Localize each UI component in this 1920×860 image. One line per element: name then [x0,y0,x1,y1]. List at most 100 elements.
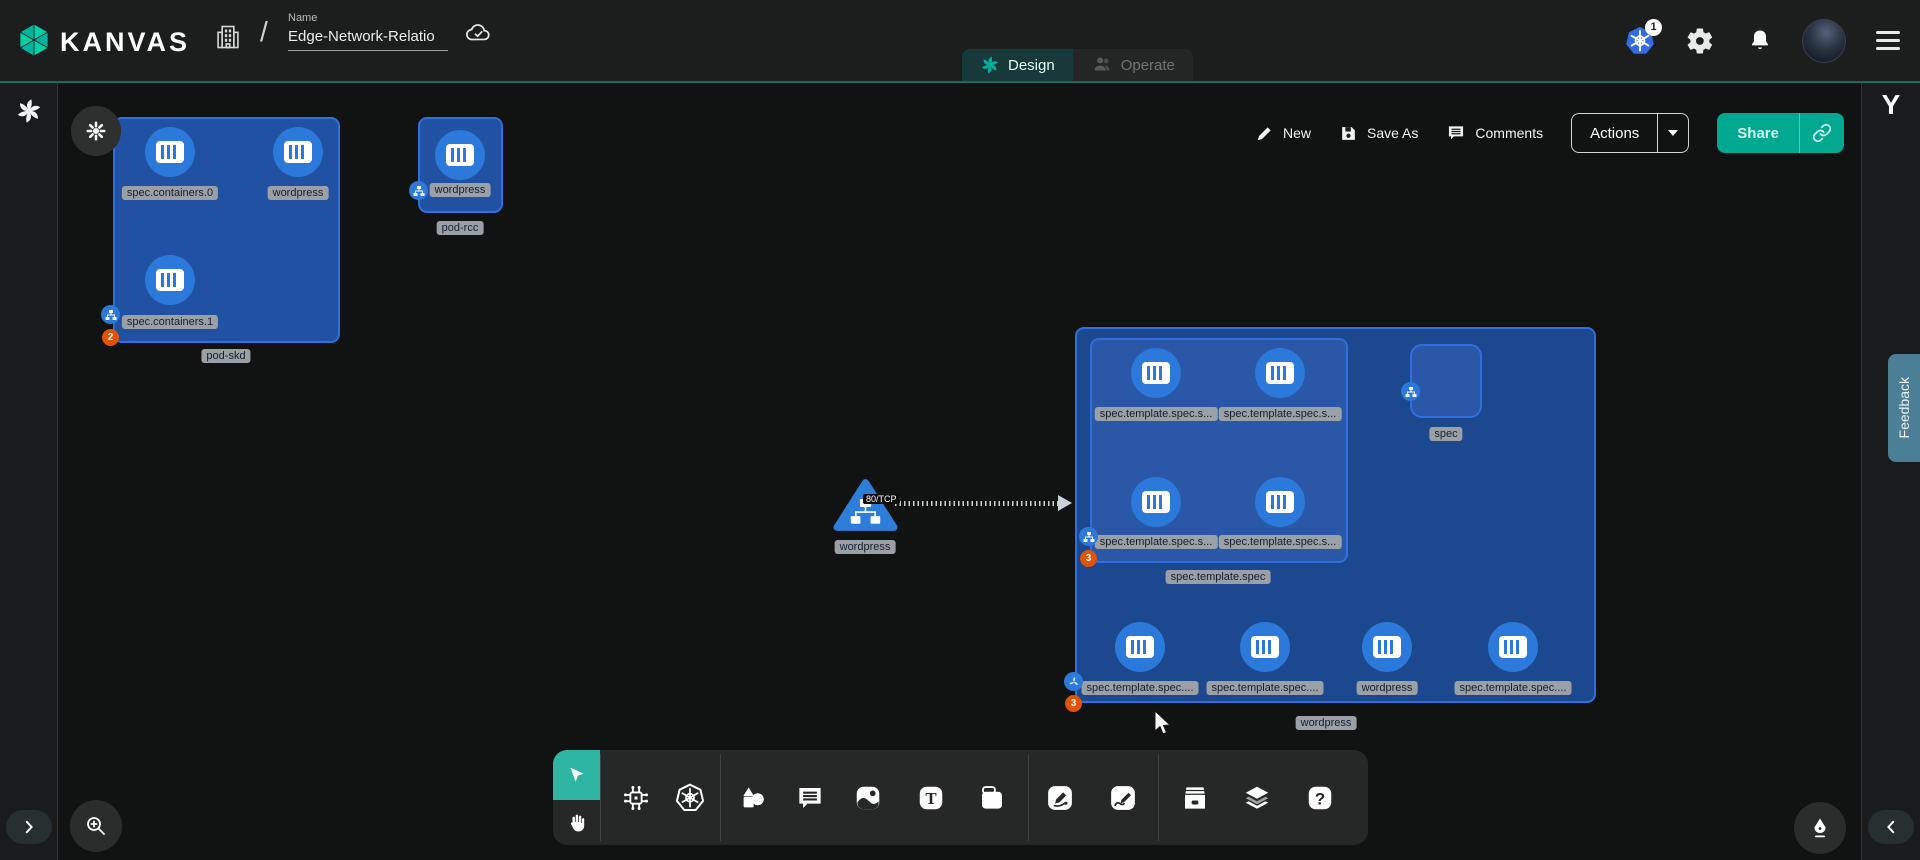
pen-nib-icon [1808,816,1832,840]
tab-design[interactable]: Design [962,49,1073,81]
actions-button[interactable]: Actions [1572,114,1658,152]
new-button[interactable]: New [1255,124,1311,143]
settings-gear-icon[interactable] [1682,23,1718,59]
kubernetes-wheel-icon [674,782,706,814]
source-badge-icon [1064,672,1083,691]
user-avatar[interactable] [1802,19,1846,63]
node-label: spec.template.spec.... [1455,681,1572,695]
zoom-search-button[interactable] [70,800,122,852]
error-count-badge[interactable]: 3 [1080,550,1097,567]
organization-icon[interactable] [214,22,242,57]
design-canvas[interactable]: spec.containers.0 wordpress spec.contain… [57,83,1862,860]
help-tool-button[interactable]: ? [1298,776,1342,820]
node-label: wordpress [1357,681,1418,695]
container-node[interactable] [145,127,195,177]
node-label: wordpress [268,186,329,200]
freehand-draw-tool-button[interactable] [1101,776,1145,820]
ink-pen-button[interactable] [1794,802,1846,854]
container-node[interactable] [1362,622,1412,672]
breadcrumb-slash: / [260,16,268,48]
save-as-label: Save As [1367,125,1418,141]
note-tool-button[interactable] [970,776,1014,820]
link-icon [1812,123,1832,143]
kubernetes-context-icon[interactable]: 1 [1622,23,1658,59]
group-spec-template-spec[interactable] [1090,338,1348,563]
canvas-widgets-button[interactable] [71,106,121,156]
container-node[interactable] [1115,622,1165,672]
expand-left-panel-button[interactable] [6,810,52,844]
node-label: wordpress [835,540,896,554]
kanvas-logo[interactable]: KANVAS [16,22,190,63]
meshery-spiral-icon[interactable] [15,97,43,130]
container-icon [446,144,474,166]
svg-text:?: ? [1315,789,1325,808]
node-label: spec.containers.0 [122,186,218,200]
container-node[interactable] [1240,622,1290,672]
container-icon [1126,636,1154,658]
comment-tool-button[interactable] [788,776,832,820]
svg-text:T: T [925,789,936,808]
archive-tool-button[interactable] [1173,776,1217,820]
mouse-cursor [1150,709,1176,739]
actions-dropdown-button[interactable] [1658,114,1688,152]
share-button[interactable]: Share [1717,113,1800,153]
comments-button[interactable]: Comments [1446,123,1543,143]
container-node[interactable] [1488,622,1538,672]
layers-tool-button[interactable] [1235,776,1279,820]
tab-operate[interactable]: Operate [1073,49,1193,81]
operate-people-icon [1091,54,1113,76]
feedback-tab[interactable]: Feedback [1888,354,1920,462]
shapes-tool-button[interactable] [731,776,775,820]
network-badge-icon [409,181,428,200]
snowflake-gear-icon [84,119,108,143]
kubernetes-tool-button[interactable] [668,776,712,820]
container-node[interactable] [273,127,323,177]
components-tool-button[interactable] [614,776,658,820]
canvas-toolbar: T [553,750,1368,845]
hand-icon [565,811,589,835]
container-node[interactable] [435,130,485,180]
yaml-toggle-icon[interactable]: Y [1882,89,1901,121]
kanvas-app: KANVAS / Name [0,0,1920,860]
design-name-input[interactable] [288,26,448,51]
drawer-icon [1180,783,1210,813]
pan-tool-button[interactable] [553,800,600,845]
tab-operate-label: Operate [1121,57,1175,74]
kanvas-hexagon-icon [16,22,52,63]
saved-cloud-icon[interactable] [464,20,494,49]
node-spec[interactable] [1410,344,1482,418]
container-icon [1266,362,1294,384]
image-tool-button[interactable] [846,776,890,820]
select-tool-button[interactable] [553,750,600,800]
draw-edge-tool-button[interactable] [1038,776,1082,820]
comment-icon [1446,123,1466,143]
service-node-wordpress[interactable] [833,477,898,533]
container-node[interactable] [1131,477,1181,527]
collapse-right-panel-button[interactable] [1868,810,1914,844]
layers-icon [1242,783,1272,813]
save-as-button[interactable]: Save As [1339,124,1418,143]
container-node[interactable] [145,255,195,305]
right-rail: Y [1861,83,1920,860]
node-label: spec.template.spec.s... [1219,535,1342,549]
edge-service-to-deployment[interactable] [895,501,1060,506]
container-node[interactable] [1255,477,1305,527]
network-badge-icon [1079,527,1098,546]
notifications-bell-icon[interactable] [1742,23,1778,59]
copy-link-button[interactable] [1800,113,1844,153]
container-icon [284,141,312,163]
container-node[interactable] [1255,348,1305,398]
node-label: spec.template.spec.... [1207,681,1324,695]
image-icon [853,783,883,813]
node-label: spec.template.spec.s... [1095,407,1218,421]
toolbar-divider [720,754,721,841]
text-tool-button[interactable]: T [909,776,953,820]
node-label: spec.template.spec.... [1082,681,1199,695]
hamburger-menu-icon[interactable] [1870,23,1906,59]
comment-icon [795,783,825,813]
error-count-badge[interactable]: 3 [1065,695,1082,712]
error-count-badge[interactable]: 2 [102,329,119,346]
mode-tabs: Design Operate [962,49,1193,81]
container-node[interactable] [1131,348,1181,398]
node-label: spec.template.spec.s... [1219,407,1342,421]
